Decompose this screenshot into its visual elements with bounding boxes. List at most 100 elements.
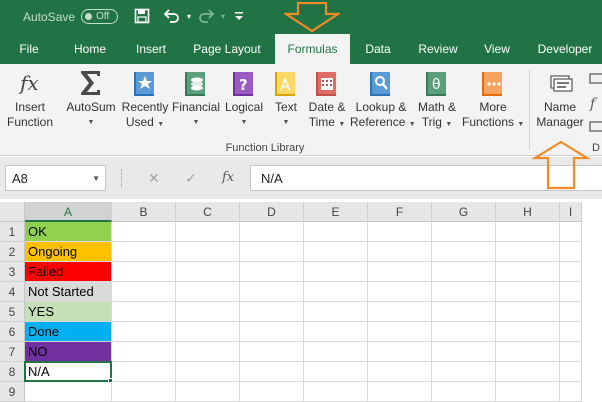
cell-f5[interactable] xyxy=(368,302,432,322)
cell-f9[interactable] xyxy=(368,382,432,402)
date-time-button[interactable]: Date & Time ▼ xyxy=(304,68,350,142)
cell-b9[interactable] xyxy=(112,382,176,402)
cell-c9[interactable] xyxy=(176,382,240,402)
save-icon[interactable] xyxy=(131,5,153,27)
cell-d8[interactable] xyxy=(240,362,304,382)
row-header-2[interactable]: 2 xyxy=(0,242,25,262)
row-header-9[interactable]: 9 xyxy=(0,382,25,402)
more-functions-button[interactable]: More Functions ▼ xyxy=(462,68,524,142)
cell-i1[interactable] xyxy=(560,222,582,242)
cell-e6[interactable] xyxy=(304,322,368,342)
cell-i8[interactable] xyxy=(560,362,582,382)
column-header-i[interactable]: I xyxy=(560,202,582,222)
cell-f4[interactable] xyxy=(368,282,432,302)
cell-g4[interactable] xyxy=(432,282,496,302)
cell-g7[interactable] xyxy=(432,342,496,362)
column-header-a[interactable]: A xyxy=(25,202,112,222)
recently-used-button[interactable]: Recently Used ▼ xyxy=(120,68,170,142)
cell-f6[interactable] xyxy=(368,322,432,342)
name-box[interactable]: A8 ▼ xyxy=(5,165,106,191)
fill-handle[interactable] xyxy=(108,378,113,383)
lookup-reference-button[interactable]: Lookup & Reference ▼ xyxy=(350,68,416,142)
row-header-7[interactable]: 7 xyxy=(0,342,25,362)
tab-view[interactable]: View xyxy=(474,34,520,64)
cell-g8[interactable] xyxy=(432,362,496,382)
cell-a2[interactable]: Ongoing xyxy=(25,242,112,262)
cell-a5[interactable]: YES xyxy=(25,302,112,322)
cell-c1[interactable] xyxy=(176,222,240,242)
customize-icon[interactable] xyxy=(228,5,250,27)
enter-icon[interactable]: ✓ xyxy=(185,170,197,187)
cell-b8[interactable] xyxy=(112,362,176,382)
tab-review[interactable]: Review xyxy=(410,34,466,64)
column-header-e[interactable]: E xyxy=(304,202,368,222)
row-header-6[interactable]: 6 xyxy=(0,322,25,342)
text-button[interactable]: A Text ▼ xyxy=(268,68,304,142)
cancel-icon[interactable]: ✕ xyxy=(148,170,160,187)
name-box-dropdown-icon[interactable]: ▼ xyxy=(92,174,100,183)
cell-e1[interactable] xyxy=(304,222,368,242)
cell-h3[interactable] xyxy=(496,262,560,282)
cell-a9[interactable] xyxy=(25,382,112,402)
cell-d4[interactable] xyxy=(240,282,304,302)
cell-b1[interactable] xyxy=(112,222,176,242)
cell-f8[interactable] xyxy=(368,362,432,382)
cell-f1[interactable] xyxy=(368,222,432,242)
cell-c7[interactable] xyxy=(176,342,240,362)
cell-g3[interactable] xyxy=(432,262,496,282)
logical-button[interactable]: ? Logical ▼ xyxy=(222,68,266,142)
cell-d2[interactable] xyxy=(240,242,304,262)
cell-e9[interactable] xyxy=(304,382,368,402)
cell-i9[interactable] xyxy=(560,382,582,402)
cell-b5[interactable] xyxy=(112,302,176,322)
cell-a1[interactable]: OK xyxy=(25,222,112,242)
cell-i3[interactable] xyxy=(560,262,582,282)
cell-e4[interactable] xyxy=(304,282,368,302)
column-header-d[interactable]: D xyxy=(240,202,304,222)
autosum-button[interactable]: AutoSum ▼ xyxy=(62,68,120,142)
column-header-g[interactable]: G xyxy=(432,202,496,222)
cell-g1[interactable] xyxy=(432,222,496,242)
row-header-1[interactable]: 1 xyxy=(0,222,25,242)
insert-function-fx-icon[interactable]: fx xyxy=(222,170,234,185)
cell-b6[interactable] xyxy=(112,322,176,342)
defined-names-small-buttons[interactable]: f xyxy=(588,70,602,136)
cell-c3[interactable] xyxy=(176,262,240,282)
cell-e2[interactable] xyxy=(304,242,368,262)
cell-a4[interactable]: Not Started xyxy=(25,282,112,302)
cell-d7[interactable] xyxy=(240,342,304,362)
tab-developer[interactable]: Developer xyxy=(530,34,600,64)
cell-h1[interactable] xyxy=(496,222,560,242)
cell-h4[interactable] xyxy=(496,282,560,302)
cell-c2[interactable] xyxy=(176,242,240,262)
cell-h2[interactable] xyxy=(496,242,560,262)
financial-button[interactable]: Financial ▼ xyxy=(170,68,222,142)
tab-file[interactable]: File xyxy=(8,34,50,64)
select-all-corner[interactable] xyxy=(0,202,25,222)
tab-home[interactable]: Home xyxy=(66,34,114,64)
cell-a6[interactable]: Done xyxy=(25,322,112,342)
tab-insert[interactable]: Insert xyxy=(126,34,176,64)
math-trig-button[interactable]: θ Math & Trig ▼ xyxy=(412,68,462,142)
cell-i4[interactable] xyxy=(560,282,582,302)
cell-g2[interactable] xyxy=(432,242,496,262)
column-header-b[interactable]: B xyxy=(112,202,176,222)
cell-d3[interactable] xyxy=(240,262,304,282)
tab-data[interactable]: Data xyxy=(356,34,400,64)
cell-g5[interactable] xyxy=(432,302,496,322)
row-header-3[interactable]: 3 xyxy=(0,262,25,282)
cell-h8[interactable] xyxy=(496,362,560,382)
cell-c6[interactable] xyxy=(176,322,240,342)
cell-h5[interactable] xyxy=(496,302,560,322)
column-header-c[interactable]: C xyxy=(176,202,240,222)
tab-page-layout[interactable]: Page Layout xyxy=(186,34,268,64)
cell-h9[interactable] xyxy=(496,382,560,402)
cell-e3[interactable] xyxy=(304,262,368,282)
cell-e7[interactable] xyxy=(304,342,368,362)
row-header-4[interactable]: 4 xyxy=(0,282,25,302)
name-manager-button[interactable]: Name Manager xyxy=(532,68,588,142)
cell-b7[interactable] xyxy=(112,342,176,362)
cell-b2[interactable] xyxy=(112,242,176,262)
row-header-8[interactable]: 8 xyxy=(0,362,25,382)
cell-e8[interactable] xyxy=(304,362,368,382)
